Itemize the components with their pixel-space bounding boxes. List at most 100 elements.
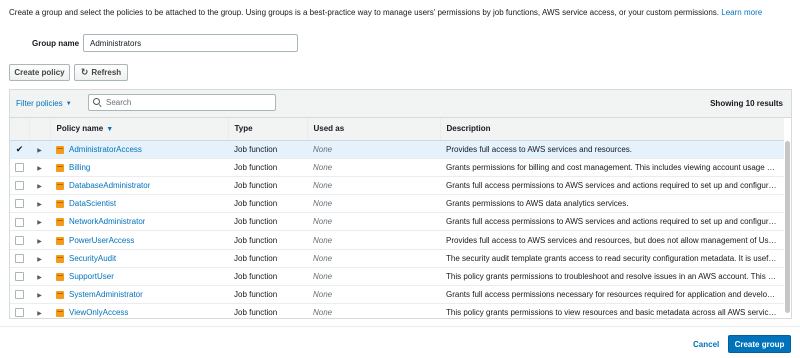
row-checkbox[interactable]	[15, 308, 24, 318]
expand-caret-icon[interactable]: ▶	[37, 275, 42, 281]
policy-name-link[interactable]: NetworkAdministrator	[69, 217, 145, 226]
refresh-button[interactable]: ↻ Refresh	[74, 64, 128, 81]
filter-policies-dropdown[interactable]: Filter policies ▼	[16, 99, 72, 108]
policy-box-icon	[56, 217, 64, 227]
learn-more-link[interactable]: Learn more	[721, 8, 762, 17]
row-expand-cell[interactable]: ▶	[29, 285, 50, 305]
policy-name-link[interactable]: SystemAdministrator	[69, 290, 143, 299]
table-scrollbar[interactable]	[785, 141, 790, 313]
search-input[interactable]	[106, 98, 266, 107]
policies-table: Policy name ▼ Type Used as Description ✔ ▶…	[10, 118, 784, 318]
expand-caret-icon[interactable]: ▶	[37, 166, 42, 172]
expand-caret-icon[interactable]: ▶	[37, 311, 42, 317]
policy-name-link[interactable]: DatabaseAdministrator	[69, 181, 150, 190]
column-header-used-as[interactable]: Used as	[307, 118, 441, 141]
row-expand-cell[interactable]: ▶	[29, 158, 50, 177]
row-checkbox[interactable]	[15, 199, 24, 209]
expand-caret-icon[interactable]: ▶	[37, 239, 42, 245]
row-checkbox[interactable]	[15, 272, 24, 282]
policy-box-icon	[56, 308, 64, 318]
table-row[interactable]: ▶ SecurityAudit Job function None The securi…	[10, 249, 784, 268]
expand-caret-icon[interactable]: ▶	[37, 148, 42, 154]
expand-caret-icon[interactable]: ▶	[37, 220, 42, 226]
policy-used-as-cell: None	[307, 158, 440, 177]
column-header-description[interactable]: Description	[440, 118, 784, 141]
row-expand-cell[interactable]: ▶	[29, 140, 50, 159]
table-row[interactable]: ✔ ▶ AdministratorAccess Job function None Pro…	[10, 140, 784, 159]
policy-type-cell: Job function	[228, 176, 307, 196]
footer-bar	[0, 326, 800, 358]
policies-panel: Filter policies ▼ Showing 10 results Pol…	[9, 89, 792, 319]
row-checkbox[interactable]	[15, 253, 24, 263]
policy-used-as-cell: None	[307, 285, 440, 305]
table-row[interactable]: ▶ Billing Job function None Grants permissio…	[10, 158, 784, 177]
search-icon	[93, 98, 102, 107]
policy-used-as-cell: None	[307, 303, 440, 318]
policy-description-cell: Provides full access to AWS services and…	[440, 230, 784, 250]
table-row[interactable]: ▶ SupportUser Job function None This policy …	[10, 267, 784, 287]
table-row[interactable]: ▶ NetworkAdministrator Job function None Gra…	[10, 212, 784, 232]
table-row[interactable]: ▶ ViewOnlyAccess Job function None This poli…	[10, 303, 784, 318]
row-checkbox[interactable]	[15, 235, 24, 245]
row-select-cell[interactable]	[10, 194, 29, 214]
row-expand-cell[interactable]: ▶	[29, 194, 50, 214]
policy-name-link[interactable]: SupportUser	[69, 272, 114, 281]
policy-description-cell: Grants full access permissions necessary…	[440, 285, 784, 305]
row-select-cell[interactable]	[10, 230, 29, 250]
row-checkbox[interactable]	[15, 217, 24, 227]
row-select-cell[interactable]	[10, 176, 29, 196]
column-header-type[interactable]: Type	[228, 118, 308, 141]
policy-name-link[interactable]: PowerUserAccess	[69, 236, 134, 245]
policy-name-link[interactable]: DataScientist	[69, 199, 116, 208]
create-group-button[interactable]: Create group	[728, 335, 791, 353]
results-count: Showing 10 results	[710, 99, 783, 108]
expand-caret-icon[interactable]: ▶	[37, 202, 42, 208]
table-row[interactable]: ▶ SystemAdministrator Job function None Gran…	[10, 285, 784, 305]
policy-name-cell: Billing	[50, 158, 228, 177]
policy-name-link[interactable]: ViewOnlyAccess	[69, 308, 128, 317]
row-checkbox[interactable]	[15, 290, 24, 300]
group-name-input[interactable]	[83, 34, 298, 52]
row-expand-cell[interactable]: ▶	[29, 249, 50, 268]
policy-name-link[interactable]: Billing	[69, 163, 90, 172]
row-checkbox[interactable]	[15, 181, 24, 191]
group-name-label: Group name	[32, 39, 80, 48]
row-select-cell[interactable]	[10, 267, 29, 287]
policy-name-cell: PowerUserAccess	[50, 230, 228, 250]
policy-name-cell: DatabaseAdministrator	[50, 176, 228, 196]
row-expand-cell[interactable]: ▶	[29, 176, 50, 196]
policy-box-icon	[56, 163, 64, 172]
create-policy-button[interactable]: Create policy	[9, 64, 70, 81]
row-select-cell[interactable]	[10, 158, 29, 177]
filter-bar: Filter policies ▼ Showing 10 results	[10, 90, 791, 118]
policy-description-cell: This policy grants permissions to view r…	[440, 303, 784, 318]
row-expand-cell[interactable]: ▶	[29, 303, 50, 318]
policy-name-cell: SystemAdministrator	[50, 285, 228, 305]
policy-name-link[interactable]: SecurityAudit	[69, 254, 116, 263]
table-row[interactable]: ▶ DataScientist Job function None Grants per…	[10, 194, 784, 214]
table-row[interactable]: ▶ PowerUserAccess Job function None Provides…	[10, 230, 784, 250]
policy-name-link[interactable]: AdministratorAccess	[69, 145, 142, 154]
create-policy-label: Create policy	[14, 68, 65, 77]
row-checkbox[interactable]	[15, 162, 24, 172]
cancel-button[interactable]: Cancel	[693, 340, 719, 349]
row-expand-cell[interactable]: ▶	[29, 230, 50, 250]
row-select-cell[interactable]	[10, 285, 29, 305]
expand-caret-icon[interactable]: ▶	[37, 184, 42, 190]
column-header-policy-name[interactable]: Policy name ▼	[50, 118, 229, 141]
policy-name-cell: NetworkAdministrator	[50, 212, 228, 232]
table-row[interactable]: ▶ DatabaseAdministrator Job function None Gr…	[10, 176, 784, 196]
row-select-cell[interactable]	[10, 303, 29, 318]
expand-caret-icon[interactable]: ▶	[37, 257, 42, 263]
search-box[interactable]	[88, 94, 276, 111]
row-select-cell[interactable]: ✔	[10, 140, 29, 159]
table-header-row: Policy name ▼ Type Used as Description	[10, 118, 784, 141]
policy-name-header-label: Policy name	[56, 124, 104, 134]
expand-caret-icon[interactable]: ▶	[37, 293, 42, 299]
row-expand-cell[interactable]: ▶	[29, 212, 50, 232]
policy-type-cell: Job function	[228, 267, 307, 287]
row-expand-cell[interactable]: ▶	[29, 267, 50, 287]
row-select-cell[interactable]	[10, 212, 29, 232]
checkmark-icon[interactable]: ✔	[16, 144, 24, 154]
row-select-cell[interactable]	[10, 249, 29, 268]
